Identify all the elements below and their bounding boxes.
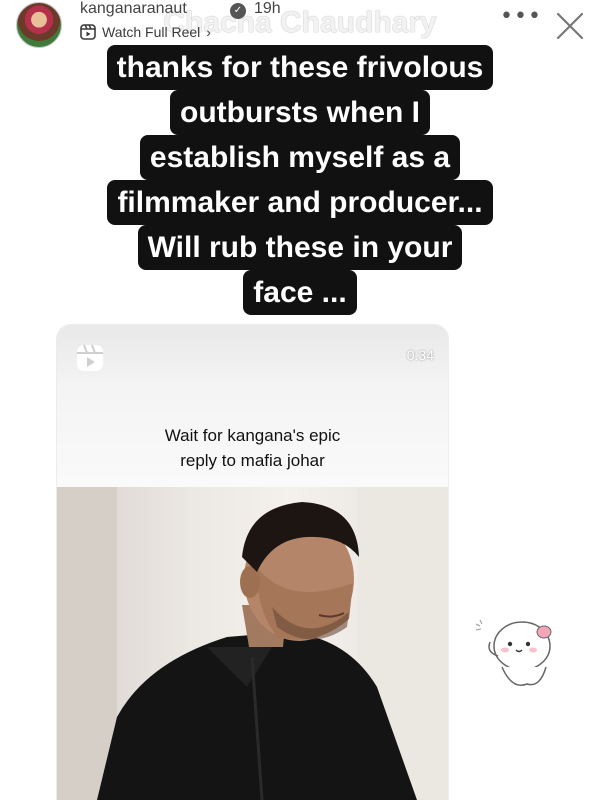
caption-line: establish myself as a — [139, 135, 461, 180]
username[interactable]: kanganaranaut — [80, 0, 187, 18]
caption-line: Will rub these in your — [137, 225, 463, 270]
reel-icon — [80, 24, 96, 40]
chevron-right-icon: › — [206, 24, 211, 40]
more-options-icon[interactable]: ••• — [500, 6, 541, 28]
caption-line: face ... — [243, 270, 357, 315]
reels-icon — [77, 344, 103, 371]
video-duration: 0:34 — [406, 347, 434, 363]
close-icon[interactable] — [553, 9, 587, 43]
story-header: kanganaranaut ✓ 19h Watch Full Reel › ••… — [0, 0, 600, 60]
overlay-line: reply to mafia johar — [180, 451, 325, 470]
person-image — [57, 487, 448, 800]
caption-line: outbursts when I — [170, 90, 430, 135]
reel-header-area: 0:34 Wait for kangana's epic reply to ma… — [57, 325, 448, 487]
watch-full-reel-label: Watch Full Reel — [102, 24, 201, 40]
caption-line: filmmaker and producer... — [107, 180, 493, 225]
reel-video-frame[interactable] — [57, 487, 448, 800]
shared-reel-card[interactable]: 0:34 Wait for kangana's epic reply to ma… — [57, 325, 448, 800]
reel-overlay-text: Wait for kangana's epic reply to mafia j… — [57, 423, 448, 473]
watch-full-reel-link[interactable]: Watch Full Reel › — [80, 24, 211, 40]
avatar[interactable] — [16, 2, 62, 48]
cartoon-bear-sticker[interactable] — [472, 612, 562, 692]
overlay-line: Wait for kangana's epic — [164, 426, 341, 445]
verified-icon: ✓ — [230, 3, 246, 19]
timestamp: 19h — [254, 0, 281, 17]
